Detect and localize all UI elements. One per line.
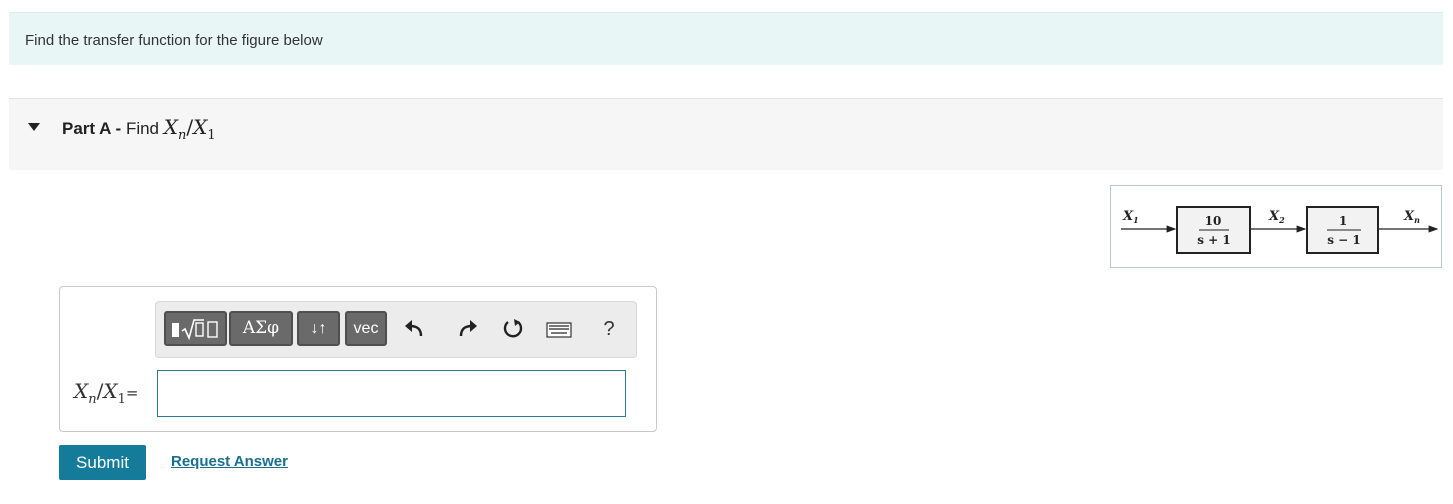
block-1-denominator: s + 1	[1197, 233, 1231, 247]
block-diagram-figure: 10 s + 1 1 s − 1 X1 X2 Xn	[1110, 185, 1442, 268]
math-toolbar: ΑΣφ ↓↑ vec ?	[155, 301, 637, 358]
undo-icon	[405, 320, 423, 337]
reset-icon	[503, 319, 523, 338]
block-diagram: 10 s + 1 1 s − 1 X1 X2 Xn	[1121, 206, 1439, 254]
arrows-button[interactable]: ↓↑	[297, 311, 340, 346]
submit-button[interactable]: Submit	[59, 445, 146, 480]
answer-label: Xn/X1=	[74, 379, 139, 407]
signal-label-input: X1	[1122, 209, 1139, 225]
request-answer-link[interactable]: Request Answer	[171, 453, 288, 470]
redo-icon	[459, 320, 477, 337]
part-find-text: Find	[125, 119, 160, 138]
part-a-header[interactable]: Part A - Find Xn/X1	[9, 99, 1443, 170]
reset-button[interactable]	[500, 316, 526, 342]
problem-text: Find the transfer function for the figur…	[25, 32, 323, 49]
part-a-title: Part A - Find Xn/X1	[62, 115, 216, 143]
part-label: Part A -	[62, 119, 122, 138]
block-2-numerator: 1	[1339, 214, 1347, 228]
signal-label-middle: X2	[1268, 209, 1285, 225]
keyboard-icon	[546, 322, 572, 338]
help-button[interactable]: ?	[596, 316, 622, 342]
templates-icon	[172, 319, 218, 341]
vector-button[interactable]: vec	[345, 311, 387, 346]
greek-symbols-button[interactable]: ΑΣφ	[229, 311, 293, 346]
redo-button[interactable]	[454, 316, 480, 342]
block-2-denominator: s − 1	[1327, 233, 1361, 247]
undo-button[interactable]	[402, 316, 428, 342]
answer-area: ΑΣφ ↓↑ vec ? Xn/X1=	[59, 286, 657, 432]
problem-statement: Find the transfer function for the figur…	[9, 12, 1443, 65]
templates-button[interactable]	[164, 311, 227, 346]
keyboard-button[interactable]	[546, 321, 572, 347]
signal-label-output: Xn	[1403, 209, 1420, 225]
collapse-caret-icon[interactable]	[28, 123, 40, 131]
answer-input[interactable]	[157, 370, 626, 417]
part-target-expression: Xn/X1	[163, 115, 216, 143]
block-1-numerator: 10	[1205, 214, 1222, 228]
